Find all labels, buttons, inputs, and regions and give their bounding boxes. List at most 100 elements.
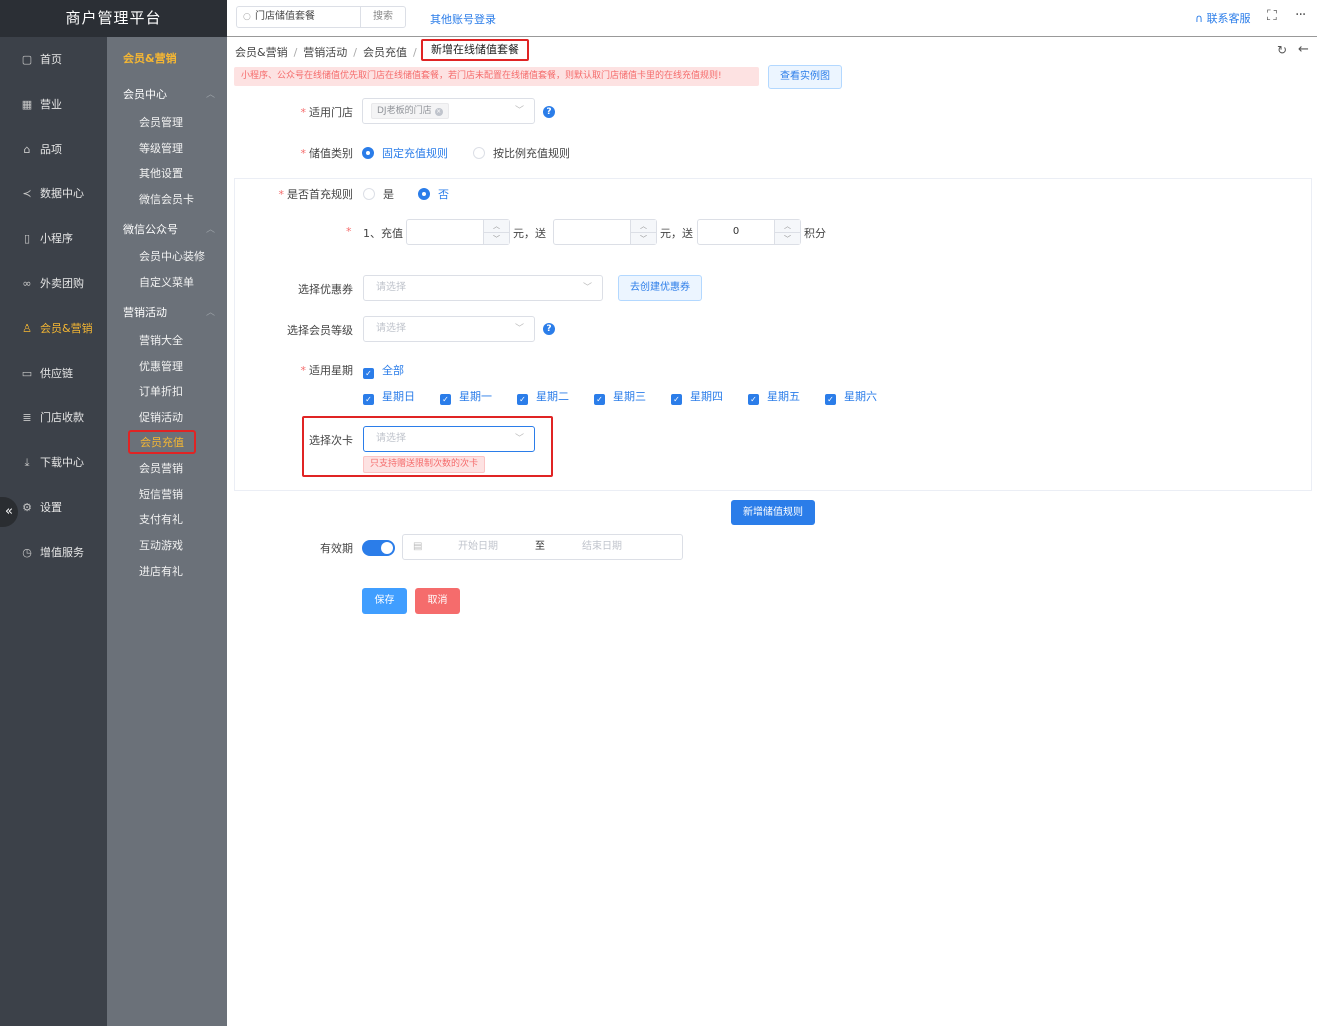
coupon-label: 选择优惠券	[298, 283, 353, 296]
view-sample-button[interactable]: 查看实例图	[768, 65, 842, 89]
truck-icon: ▭	[21, 366, 33, 380]
chevron-down-icon: ﹀	[582, 283, 592, 293]
weekday-label: * 适用星期	[300, 364, 354, 377]
nav-sub-item[interactable]: 营销大全	[139, 332, 183, 348]
cancel-button[interactable]: 取消	[415, 588, 460, 614]
increment-icon[interactable]: ︿	[484, 220, 509, 232]
start-date-input[interactable]: 开始日期	[458, 535, 498, 559]
checkbox-day[interactable]: ✓ 星期一	[440, 388, 492, 405]
increment-icon[interactable]: ︿	[631, 220, 656, 232]
nav-item-label: 首页	[40, 53, 62, 66]
nav-sub-item[interactable]: 优惠管理	[139, 358, 183, 374]
nav-item[interactable]: ∞ 外卖团购	[0, 273, 107, 295]
nav-sub-item[interactable]: 自定义菜单	[139, 274, 194, 290]
search-input[interactable]: ○ 门店储值套餐	[236, 6, 361, 28]
add-rule-button[interactable]: 新增储值规则	[731, 500, 815, 525]
nav-item[interactable]: ⌂ 品项	[0, 139, 107, 161]
decrement-icon[interactable]: ﹀	[484, 232, 509, 244]
contact-support-link[interactable]: ∩ 联系客服	[1195, 10, 1251, 26]
radio-first-yes[interactable]: 是	[363, 186, 394, 202]
radio-ratio-rule[interactable]: 按比例充值规则	[473, 145, 570, 161]
breadcrumb-item[interactable]: 营销活动	[303, 46, 347, 59]
chevron-down-icon: ﹀	[514, 324, 524, 334]
store-select[interactable]: DJ老板的门店 × ﹀	[362, 98, 535, 124]
member-level-select[interactable]: 请选择 ﹀	[363, 316, 535, 342]
decrement-icon[interactable]: ﹀	[775, 232, 800, 244]
nav-sub-item[interactable]: 等级管理	[139, 140, 183, 156]
refresh-icon[interactable]: ↻	[1277, 43, 1287, 57]
radio-fixed-rule[interactable]: 固定充值规则	[362, 145, 448, 161]
contact-support-label: 联系客服	[1206, 12, 1251, 25]
breadcrumb-item[interactable]: 会员&营销	[235, 46, 288, 59]
nav-sub-item[interactable]: 会员管理	[139, 114, 183, 130]
nav-item-label: 会员&营销	[40, 321, 93, 335]
nav-group-title[interactable]: 微信公众号	[123, 221, 178, 237]
nav-sub-item[interactable]: 会员营销	[139, 460, 183, 476]
nav-sub-item[interactable]: 其他设置	[139, 165, 183, 181]
chevron-up-icon[interactable]: ︿	[206, 305, 215, 318]
nav-item[interactable]: ▯ 小程序	[0, 228, 107, 250]
nav-sub-item[interactable]: 支付有礼	[139, 511, 183, 527]
save-button[interactable]: 保存	[362, 588, 407, 614]
secondary-nav-heading: 会员&营销	[123, 52, 177, 65]
nav-sub-item[interactable]: 会员充值	[128, 430, 196, 454]
nav-item-label: 小程序	[40, 232, 73, 246]
search-button[interactable]: 搜索	[360, 6, 406, 28]
end-date-input[interactable]: 结束日期	[582, 535, 622, 559]
other-account-login-link[interactable]: 其他账号登录	[430, 11, 496, 27]
nav-sub-item[interactable]: 进店有礼	[139, 563, 183, 579]
tag-close-icon[interactable]: ×	[434, 108, 443, 116]
points-value: 0	[732, 226, 740, 237]
nav-sub-item[interactable]: 短信营销	[139, 486, 183, 502]
nav-item[interactable]: ◷ 增值服务	[0, 542, 107, 564]
nav-item[interactable]: ▭ 供应链	[0, 363, 107, 385]
nav-item[interactable]: ▦ 营业	[0, 94, 107, 116]
radio-first-no[interactable]: 否	[418, 186, 449, 202]
chevron-down-icon: ﹀	[514, 106, 524, 116]
share-icon: ≺	[22, 187, 32, 201]
database-icon: ≣	[22, 411, 32, 425]
checkbox-day[interactable]: ✓ 星期日	[363, 388, 415, 405]
recharge-amount-input[interactable]: ︿ ﹀	[406, 219, 510, 245]
nav-item[interactable]: ⤓ 下载中心	[0, 452, 107, 474]
increment-icon[interactable]: ︿	[775, 220, 800, 232]
nav-item-label: 营业	[40, 97, 62, 111]
nav-item-label: 门店收款	[40, 411, 84, 425]
notice-alert: 小程序、公众号在线储值优先取门店在线储值套餐，若门店未配置在线储值套餐，则默认取…	[234, 67, 759, 86]
chevron-down-icon: ﹀	[514, 434, 524, 444]
date-range-picker[interactable]: ▤ 开始日期 至 结束日期	[402, 534, 683, 560]
create-coupon-button[interactable]: 去创建优惠券	[618, 275, 702, 301]
chevron-up-icon[interactable]: ︿	[206, 222, 215, 235]
checkbox-day[interactable]: ✓ 星期三	[594, 388, 646, 405]
nav-group-title[interactable]: 会员中心	[123, 86, 167, 102]
checkbox-day[interactable]: ✓ 星期四	[671, 388, 723, 405]
chevron-up-icon[interactable]: ︿	[206, 87, 215, 100]
home-icon: ▢	[21, 53, 33, 66]
gift-amount-input[interactable]: ︿ ﹀	[553, 219, 657, 245]
help-icon[interactable]: ?	[543, 106, 555, 118]
help-icon[interactable]: ?	[543, 323, 555, 335]
nav-item[interactable]: ≺ 数据中心	[0, 183, 107, 205]
times-card-select[interactable]: 请选择 ﹀	[363, 426, 535, 452]
checkbox-day[interactable]: ✓ 星期六	[825, 388, 877, 405]
nav-group-title[interactable]: 营销活动	[123, 304, 167, 320]
breadcrumb-item[interactable]: 会员充值	[363, 46, 407, 59]
checkbox-day[interactable]: ✓ 星期五	[748, 388, 800, 405]
nav-sub-item[interactable]: 会员中心装修	[139, 248, 205, 264]
back-arrow-icon[interactable]: ←	[1298, 42, 1309, 57]
validity-toggle[interactable]	[362, 540, 395, 556]
nav-sub-item[interactable]: 订单折扣	[139, 383, 183, 399]
nav-item[interactable]: ≣ 门店收款	[0, 407, 107, 429]
more-icon[interactable]: ···	[1295, 7, 1306, 23]
nav-item[interactable]: ▢ 首页	[0, 49, 107, 71]
nav-item[interactable]: ♙ 会员&营销	[0, 318, 107, 340]
nav-sub-item[interactable]: 微信会员卡	[139, 191, 194, 207]
nav-sub-item[interactable]: 促销活动	[139, 409, 183, 425]
points-input[interactable]: 0 ︿ ﹀	[697, 219, 801, 245]
nav-sub-item[interactable]: 互动游戏	[139, 537, 183, 553]
checkbox-all-days[interactable]: ✓ 全部	[363, 362, 404, 379]
decrement-icon[interactable]: ﹀	[631, 232, 656, 244]
fullscreen-icon[interactable]: ⛶	[1267, 8, 1277, 24]
coupon-select[interactable]: 请选择 ﹀	[363, 275, 603, 301]
checkbox-day[interactable]: ✓ 星期二	[517, 388, 569, 405]
